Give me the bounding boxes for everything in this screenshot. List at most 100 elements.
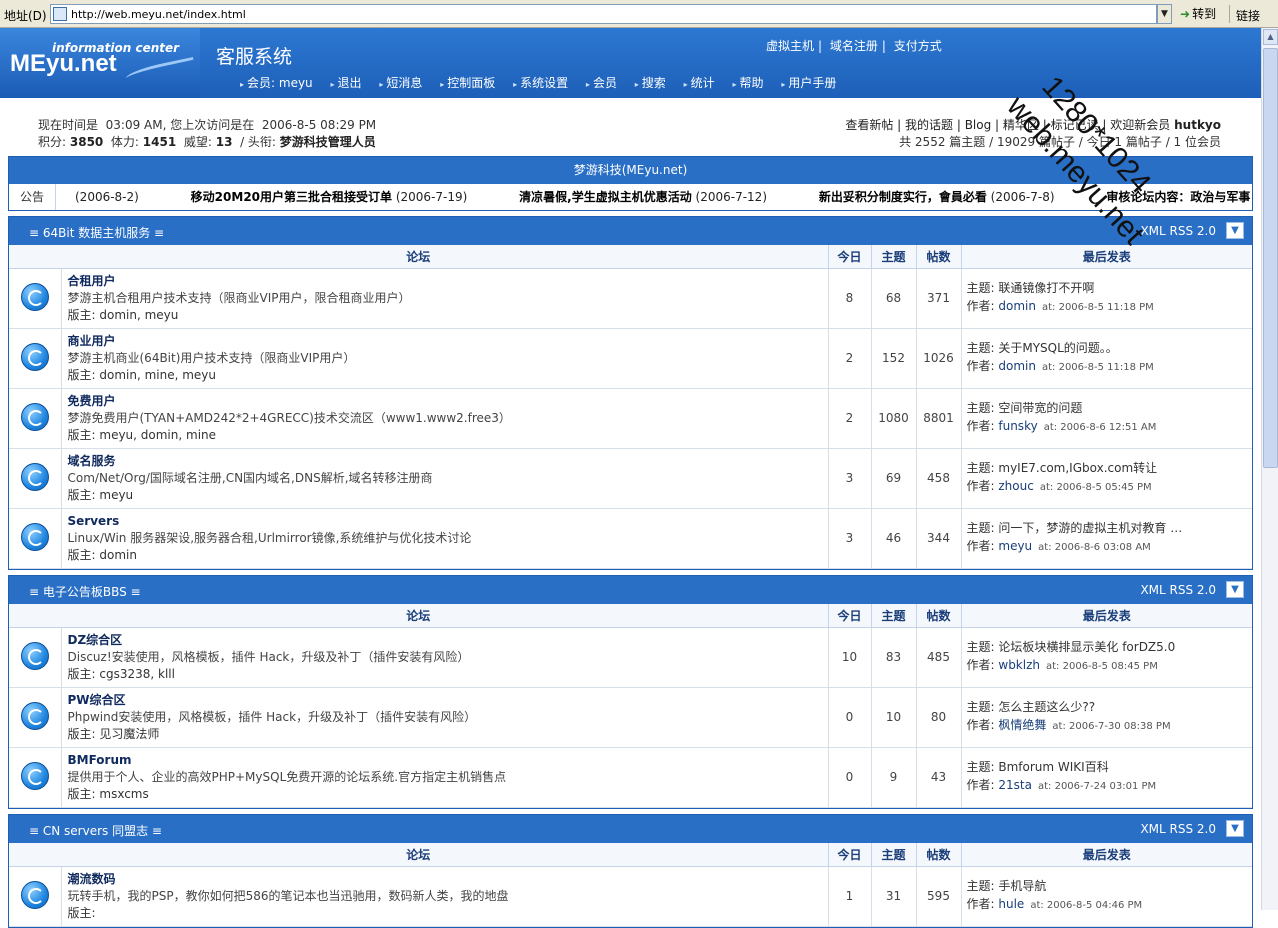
category-title[interactable]: ≡ CN servers 同盟志 ≡ — [29, 822, 162, 839]
link-payment[interactable]: 支付方式 — [894, 39, 942, 53]
forum-name-link[interactable]: 潮流数码 — [68, 872, 116, 886]
moderator-links[interactable]: domin, meyu — [99, 308, 178, 322]
last-post-author-link[interactable]: hule — [998, 897, 1024, 911]
last-post-cell: 主题: Bmforum WIKI百科 作者: 21sta at: 2006-7-24… — [960, 747, 1252, 808]
last-post-author-link[interactable]: 枫情绝舞 — [998, 718, 1046, 732]
last-post-author-link[interactable]: zhouc — [998, 479, 1033, 493]
last-post-author-link[interactable]: wbklzh — [998, 658, 1040, 672]
newest-member[interactable]: hutkyo — [1174, 118, 1221, 132]
last-post-author-link[interactable]: domin — [998, 359, 1036, 373]
vertical-scrollbar[interactable]: ▲ — [1261, 28, 1278, 910]
scroll-up-icon[interactable]: ▲ — [1263, 29, 1278, 45]
rss-link[interactable]: XML RSS 2.0 — [1140, 822, 1216, 836]
moderator-links[interactable]: meyu — [99, 488, 133, 502]
forum-row: DZ综合区 Discuz!安装使用，风格模板，插件 Hack，升级及补丁（插件安装… — [9, 627, 1252, 688]
last-post-topic-link[interactable]: 联通镜像打不开啊 — [998, 281, 1094, 295]
post-count: 485 — [915, 627, 961, 688]
forum-row: PW综合区 Phpwind安装使用，风格模板，插件 Hack，升级及补丁（插件安装… — [9, 687, 1252, 748]
last-post-author-link[interactable]: meyu — [998, 539, 1032, 553]
collapse-icon[interactable]: ▼ — [1226, 222, 1244, 239]
topic-count: 31 — [870, 866, 916, 927]
col-topics: 主题 — [870, 843, 916, 867]
forum-moderators: 版主: meyu — [67, 487, 134, 502]
last-post-author-link[interactable]: domin — [998, 299, 1036, 313]
forum-row: 潮流数码 玩转手机，我的PSP，教你如何把586的笔记本也当迅驰用，数码新人类，我… — [9, 866, 1252, 927]
nav-logout[interactable]: ▸ 退出 — [330, 76, 361, 90]
last-post-topic-link[interactable]: Bmforum WIKI百科 — [998, 760, 1108, 774]
category-header: ≡ 64Bit 数据主机服务 ≡ XML RSS 2.0 ▼ — [9, 217, 1252, 245]
post-count: 344 — [915, 508, 961, 569]
announcement-item[interactable]: 清凉暑假,学生虚拟主机优惠活动 (2006-7-12) — [519, 190, 791, 204]
rss-link[interactable]: XML RSS 2.0 — [1140, 224, 1216, 238]
link-domain-register[interactable]: 域名注册 — [830, 39, 878, 53]
last-post-topic-link[interactable]: 怎么主题这么少?? — [998, 700, 1095, 714]
nav-manual[interactable]: ▸ 用户手册 — [781, 76, 836, 90]
forum-category: ≡ 电子公告板BBS ≡ XML RSS 2.0 ▼ 论坛 今日 主题 帖数 最后发表 DZ综合… — [8, 575, 1253, 809]
forum-refresh-icon — [20, 282, 49, 311]
forum-refresh-icon — [20, 701, 49, 730]
last-post-topic-link[interactable]: myIE7.com,IGbox.com转让 — [998, 461, 1157, 475]
link-blog[interactable]: Blog — [965, 118, 992, 132]
nav-members[interactable]: ▸ 会员 — [586, 76, 617, 90]
last-post-topic-link[interactable]: 空间带宽的问题 — [998, 401, 1082, 415]
nav-settings[interactable]: ▸ 系统设置 — [513, 76, 568, 90]
forum-name-link[interactable]: Servers — [68, 514, 120, 528]
links-button[interactable]: 链接 — [1236, 7, 1260, 24]
forum-moderators: 版主: domin, mine, meyu — [67, 367, 217, 382]
url-text[interactable]: http://web.meyu.net/index.html — [71, 8, 246, 21]
moderator-links[interactable]: domin, mine, meyu — [99, 368, 216, 382]
triangle-icon: ▸ — [634, 80, 639, 89]
forum-category: ≡ CN servers 同盟志 ≡ XML RSS 2.0 ▼ 论坛 今日 主题 帖数 最后… — [8, 814, 1253, 928]
last-post-author-link[interactable]: 21sta — [998, 778, 1032, 792]
last-post-time: 2006-8-6 03:08 AM — [1054, 542, 1151, 553]
nav-help[interactable]: ▸ 帮助 — [733, 76, 764, 90]
moderator-links[interactable]: 见习魔法师 — [99, 727, 159, 741]
moderator-links[interactable]: cgs3238, klll — [99, 667, 175, 681]
category-title[interactable]: ≡ 64Bit 数据主机服务 ≡ — [29, 224, 164, 241]
site-title: 客服系统 — [216, 46, 293, 68]
forum-name-link[interactable]: 免费用户 — [68, 394, 116, 408]
nav-control-panel[interactable]: ▸ 控制面板 — [440, 76, 495, 90]
go-button[interactable]: ➜ 转到 — [1180, 5, 1216, 22]
moderator-links[interactable]: domin — [99, 548, 137, 562]
site-logo[interactable]: MEyu.net — [10, 50, 117, 78]
last-post-topic-link[interactable]: 关于MYSQL的问题。。 — [998, 341, 1117, 355]
last-post-cell: 主题: 空间带宽的问题 作者: funsky at: 2006-8-6 12:51 … — [960, 388, 1252, 449]
collapse-icon[interactable]: ▼ — [1226, 581, 1244, 598]
url-input[interactable]: http://web.meyu.net/index.html — [50, 4, 1157, 24]
category-title[interactable]: ≡ 电子公告板BBS ≡ — [29, 583, 141, 600]
forum-name-link[interactable]: DZ综合区 — [68, 633, 123, 647]
announcement-item[interactable]: (2006-8-2) — [75, 190, 163, 204]
forum-name-link[interactable]: BMForum — [68, 753, 132, 767]
nav-stats[interactable]: ▸ 统计 — [684, 76, 715, 90]
forum-refresh-icon — [20, 641, 49, 670]
nav-search[interactable]: ▸ 搜索 — [635, 76, 666, 90]
collapse-icon[interactable]: ▼ — [1226, 820, 1244, 837]
rss-link[interactable]: XML RSS 2.0 — [1140, 583, 1216, 597]
toolbar-divider — [1229, 5, 1230, 23]
last-post-author-link[interactable]: funsky — [998, 419, 1037, 433]
topic-count: 46 — [870, 508, 916, 569]
moderator-links[interactable]: msxcms — [99, 787, 148, 801]
forum-name-link[interactable]: PW综合区 — [68, 693, 126, 707]
link-my-topics[interactable]: 我的话题 — [905, 118, 953, 132]
last-post-time: 2006-8-5 11:18 PM — [1058, 362, 1154, 373]
last-post-topic-link[interactable]: 论坛板块横排显示美化 forDZ5.0 — [998, 640, 1175, 654]
nav-member[interactable]: ▸ 会员: meyu — [240, 76, 313, 90]
link-virtual-host[interactable]: 虚拟主机 — [766, 39, 814, 53]
today-count: 1 — [827, 866, 871, 927]
last-post-topic-link[interactable]: 手机导航 — [998, 879, 1046, 893]
last-post-topic-link[interactable]: 问一下，梦游的虚拟主机对教育 … — [998, 521, 1182, 535]
link-new-posts[interactable]: 查看新帖 — [845, 118, 893, 132]
time-line: 现在时间是 03:09 AM, 您上次访问是在 2006-8-5 08:29 P… — [38, 118, 377, 132]
forum-name-link[interactable]: 域名服务 — [68, 454, 116, 468]
forum-name-link[interactable]: 合租用户 — [68, 274, 116, 288]
forum-name-link[interactable]: 商业用户 — [68, 334, 116, 348]
announcement-item[interactable]: 新出妥积分制度实行，會員必看 (2006-7-8) — [819, 190, 1079, 204]
scroll-thumb[interactable] — [1263, 48, 1278, 468]
moderator-links[interactable]: meyu, domin, mine — [99, 428, 216, 442]
today-count: 2 — [827, 388, 871, 449]
url-dropdown-icon[interactable]: ▼ — [1157, 4, 1172, 24]
nav-messages[interactable]: ▸ 短消息 — [379, 76, 422, 90]
announcement-item[interactable]: 移动20M20用户第三批合租接受订单 (2006-7-19) — [191, 190, 492, 204]
